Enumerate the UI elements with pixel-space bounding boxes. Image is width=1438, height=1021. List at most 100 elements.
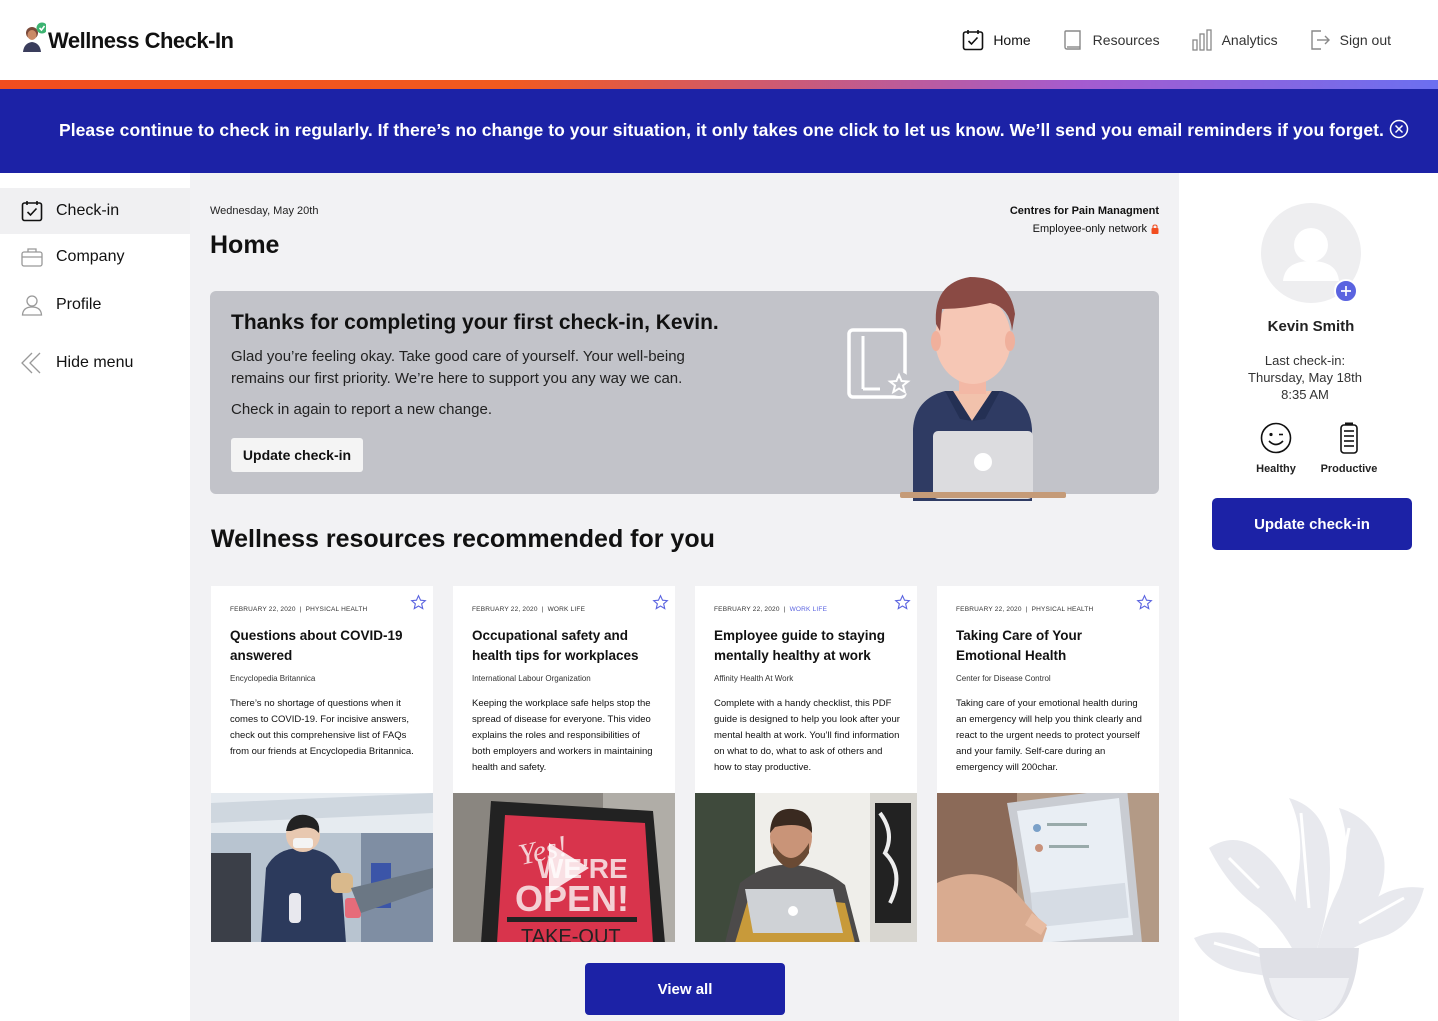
nav-analytics[interactable]: Analytics bbox=[1190, 28, 1278, 52]
nav-sign-out-label: Sign out bbox=[1339, 32, 1391, 48]
nav-home-label: Home bbox=[993, 32, 1031, 48]
separator: | bbox=[783, 606, 786, 613]
update-checkin-button[interactable]: Update check-in bbox=[231, 438, 363, 472]
page-title: Home bbox=[210, 231, 280, 259]
last-checkin-time: 8:35 AM bbox=[1281, 387, 1329, 402]
resource-card[interactable]: February 22, 2020 | Physical Health Takin… bbox=[937, 586, 1159, 942]
calendar-check-icon bbox=[21, 201, 43, 222]
last-checkin-date: Thursday, May 18th bbox=[1248, 370, 1362, 385]
nav-sign-out[interactable]: Sign out bbox=[1308, 28, 1391, 52]
card-date: February 22, 2020 bbox=[230, 606, 296, 613]
calendar-check-icon bbox=[963, 30, 984, 51]
profile-panel: Kevin Smith Last check-in: Thursday, May… bbox=[1179, 173, 1438, 1021]
nav-home[interactable]: Home bbox=[961, 28, 1031, 52]
card-tag[interactable]: Work Life bbox=[548, 606, 586, 613]
status-productive-label: Productive bbox=[1320, 463, 1378, 475]
view-all-button[interactable]: View all bbox=[585, 963, 785, 1015]
card-description: Keeping the workplace safe helps stop th… bbox=[472, 698, 653, 773]
sidebar: Check-in Company Profile Hide menu bbox=[0, 173, 190, 1021]
nav-resources-label: Resources bbox=[1092, 32, 1160, 48]
briefcase-icon bbox=[21, 248, 43, 267]
app-title: Wellness Check-In bbox=[48, 28, 234, 53]
resource-cards: February 22, 2020 | Physical Health Quest… bbox=[211, 586, 1159, 942]
checkin-confirmation-card: Thanks for completing your first check-i… bbox=[210, 277, 1159, 501]
card-title[interactable]: Taking Care of Your Emotional Health bbox=[956, 626, 1146, 666]
card-tag[interactable]: Work Life bbox=[790, 606, 828, 613]
card-date: February 22, 2020 bbox=[472, 606, 538, 613]
card-description: Taking care of your emotional health dur… bbox=[956, 698, 1142, 773]
status-healthy: Healthy bbox=[1241, 421, 1311, 475]
top-nav: Home Resources Analytics Sign out bbox=[961, 28, 1391, 52]
nav-analytics-label: Analytics bbox=[1221, 32, 1278, 48]
sidebar-item-company[interactable]: Company bbox=[0, 234, 190, 280]
org-name: Centres for Pain Managment bbox=[1009, 205, 1159, 217]
separator: | bbox=[541, 606, 544, 613]
battery-icon bbox=[1340, 422, 1358, 454]
user-icon bbox=[21, 295, 43, 316]
recommended-section-title: Wellness resources recommended for you bbox=[211, 525, 715, 553]
reminder-banner: Please continue to check in regularly. I… bbox=[0, 89, 1438, 173]
card-meta: February 22, 2020 | Physical Health bbox=[230, 606, 367, 613]
top-header: Wellness Check-In Home Resources Analyti… bbox=[0, 0, 1438, 80]
double-chevron-left-icon bbox=[21, 352, 41, 374]
sidebar-item-label: Company bbox=[56, 248, 125, 265]
book-icon bbox=[1063, 30, 1081, 50]
sidebar-item-label: Check-in bbox=[56, 202, 120, 219]
star-icon[interactable] bbox=[652, 594, 669, 611]
sign-out-icon bbox=[1310, 30, 1330, 50]
card-tag[interactable]: Physical Health bbox=[1032, 606, 1094, 613]
bar-chart-icon bbox=[1191, 29, 1212, 51]
hero-title: Thanks for completing your first check-i… bbox=[231, 311, 719, 334]
network-label: Employee-only network bbox=[1032, 223, 1147, 235]
sidebar-item-label: Profile bbox=[56, 296, 102, 313]
card-date: February 22, 2020 bbox=[956, 606, 1022, 613]
card-tag[interactable]: Physical Health bbox=[306, 606, 368, 613]
accent-gradient-bar bbox=[0, 80, 1438, 89]
hide-menu-label: Hide menu bbox=[56, 354, 134, 371]
card-source: International Labour Organization bbox=[472, 674, 591, 683]
nav-resources[interactable]: Resources bbox=[1061, 28, 1160, 52]
update-checkin-button[interactable]: Update check-in bbox=[1212, 498, 1412, 550]
star-icon[interactable] bbox=[1136, 594, 1153, 611]
separator: | bbox=[1025, 606, 1028, 613]
resource-card[interactable]: February 22, 2020 | Physical Health Quest… bbox=[211, 586, 433, 942]
star-icon[interactable] bbox=[894, 594, 911, 611]
app-logo[interactable]: Wellness Check-In bbox=[20, 22, 234, 54]
card-title[interactable]: Employee guide to staying mentally healt… bbox=[714, 626, 904, 666]
card-meta: February 22, 2020 | Physical Health bbox=[956, 606, 1093, 613]
lock-icon bbox=[1151, 224, 1159, 234]
network-status: Employee-only network bbox=[1010, 223, 1159, 235]
status-healthy-label: Healthy bbox=[1256, 463, 1296, 475]
status-productive: Productive bbox=[1314, 421, 1384, 475]
current-date: Wednesday, May 20th bbox=[210, 205, 319, 217]
card-source: Center for Disease Control bbox=[956, 674, 1051, 683]
main-content: Wednesday, May 20th Home Centres for Pai… bbox=[190, 173, 1179, 1021]
hand-on-tablet-photo bbox=[937, 793, 1159, 942]
open-sign-video-thumbnail[interactable]: Yes! WE'RE OPEN! TAKE-OUT bbox=[453, 793, 675, 942]
sidebar-item-profile[interactable]: Profile bbox=[0, 282, 190, 328]
star-icon[interactable] bbox=[410, 594, 427, 611]
hero-message: Glad you’re feeling okay. Take good care… bbox=[231, 348, 685, 387]
card-description: There’s no shortage of questions when it… bbox=[230, 698, 414, 757]
separator: | bbox=[299, 606, 302, 613]
sidebar-item-check-in[interactable]: Check-in bbox=[0, 188, 190, 234]
card-title[interactable]: Questions about COVID-19 answered bbox=[230, 626, 420, 666]
last-checkin: Last check-in: Thursday, May 18th 8:35 A… bbox=[1179, 352, 1431, 403]
resource-card[interactable]: February 22, 2020 | Work Life Employee gu… bbox=[695, 586, 917, 942]
card-title[interactable]: Occupational safety and health tips for … bbox=[472, 626, 662, 666]
hide-menu-button[interactable]: Hide menu bbox=[0, 340, 190, 386]
organization-info: Centres for Pain Managment Employee-only… bbox=[1010, 205, 1159, 235]
user-name: Kevin Smith bbox=[1267, 318, 1355, 335]
airport-cleaning-photo bbox=[211, 793, 433, 942]
card-source: Affinity Health At Work bbox=[714, 674, 794, 683]
man-with-laptop-photo bbox=[695, 793, 917, 942]
last-checkin-label: Last check-in: bbox=[1264, 353, 1346, 368]
add-photo-icon[interactable] bbox=[1334, 279, 1358, 303]
hero-subtext: Check in again to report a new change. bbox=[231, 401, 492, 418]
plant-illustration bbox=[1194, 798, 1424, 1021]
close-icon[interactable] bbox=[1389, 119, 1409, 139]
resource-card[interactable]: February 22, 2020 | Work Life Occupationa… bbox=[453, 586, 675, 942]
card-description: Complete with a handy checklist, this PD… bbox=[714, 698, 900, 773]
banner-text: Please continue to check in regularly. I… bbox=[59, 120, 1384, 140]
card-meta: February 22, 2020 | Work Life bbox=[472, 606, 585, 613]
